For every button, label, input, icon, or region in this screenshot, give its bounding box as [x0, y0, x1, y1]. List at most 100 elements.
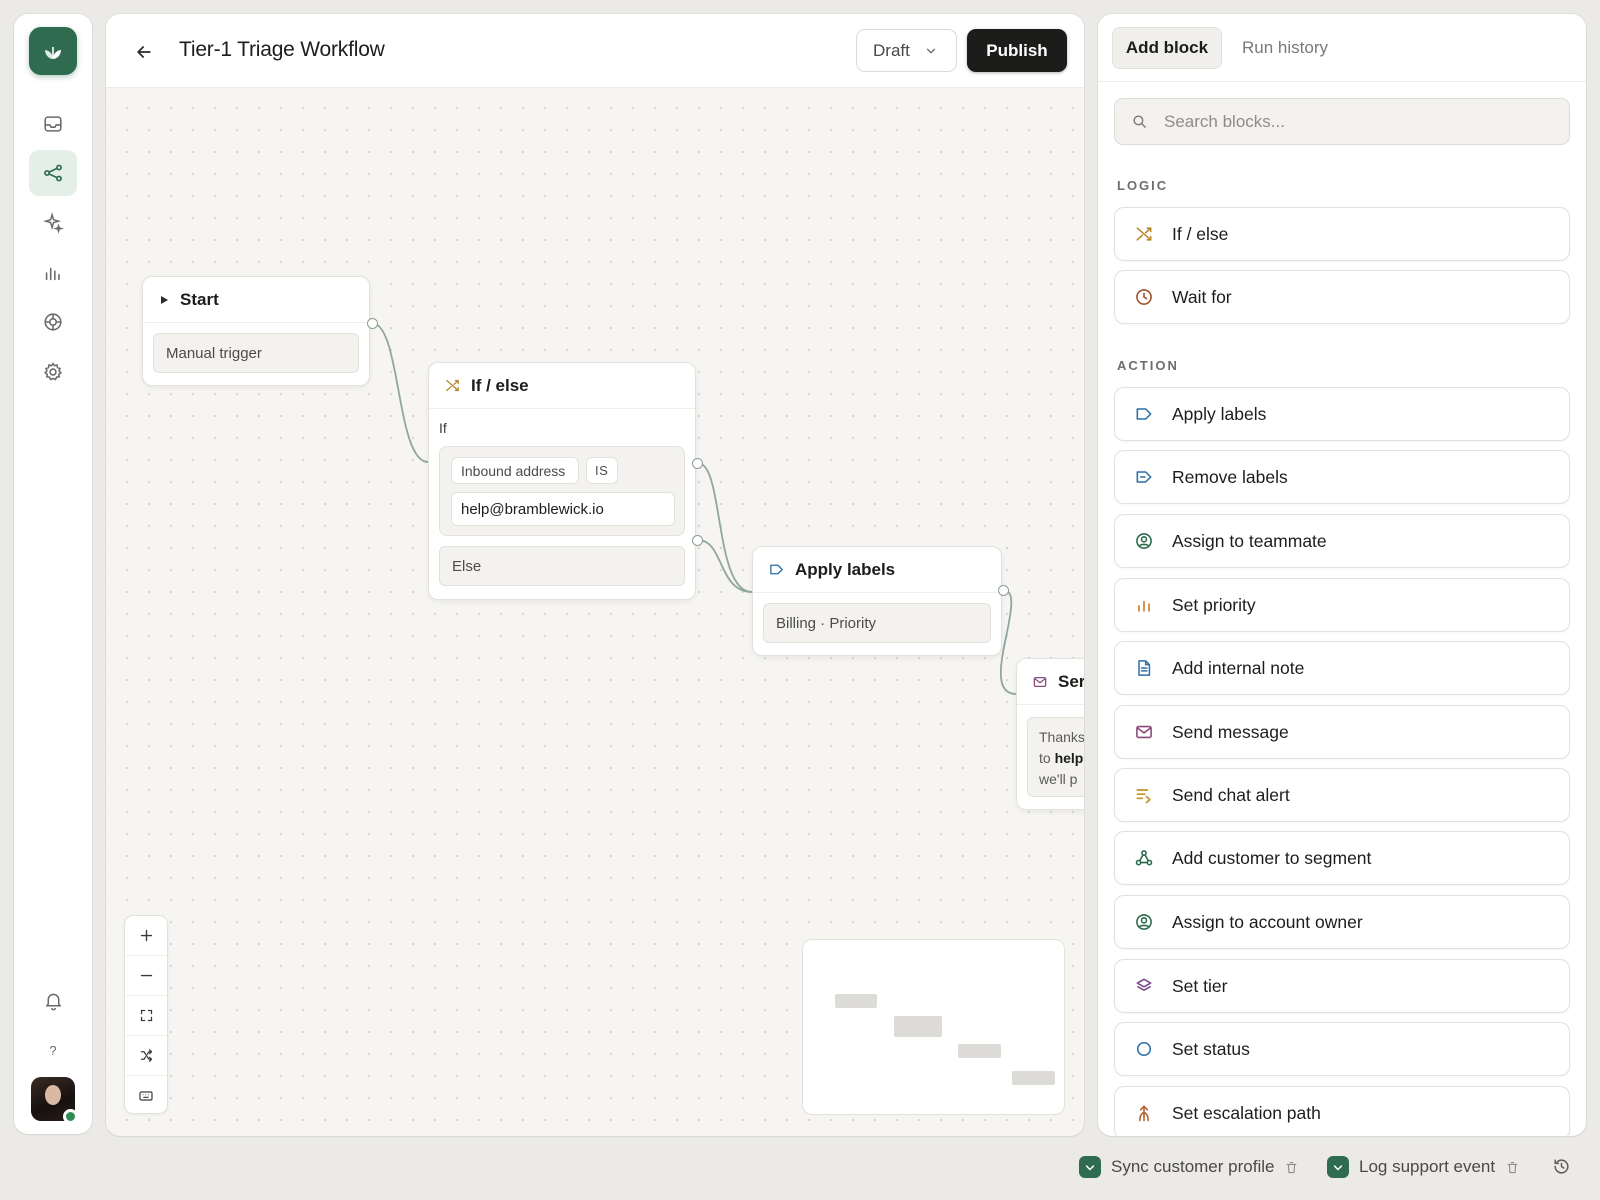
- gear-icon: [43, 362, 63, 381]
- block-add-customer-to-segment[interactable]: Add customer to segment: [1114, 831, 1570, 885]
- minimap-node: [835, 994, 877, 1008]
- zoom-in-button[interactable]: [125, 916, 167, 956]
- segment-icon: [1135, 850, 1153, 866]
- ifelse-node-title: If / else: [471, 375, 529, 395]
- nav-settings[interactable]: [29, 349, 77, 395]
- block-add-internal-note[interactable]: Add internal note: [1114, 641, 1570, 695]
- bars-icon: [1138, 600, 1150, 612]
- else-branch[interactable]: Else: [439, 546, 685, 586]
- if-output-port[interactable]: [692, 458, 703, 469]
- block-apply-labels[interactable]: Apply labels: [1114, 387, 1570, 441]
- condition-box: Inbound address IS help@bramblewick.io: [439, 446, 685, 536]
- app-logo[interactable]: [29, 27, 77, 75]
- chevron-down-icon: [926, 48, 935, 54]
- plus-icon: [140, 929, 152, 942]
- nav-ai[interactable]: [29, 200, 77, 246]
- chat-alert-icon: [1136, 789, 1151, 804]
- leaf-logo-icon: [45, 47, 61, 59]
- history-icon: [1554, 1159, 1569, 1174]
- condition-operator-chip[interactable]: IS: [586, 457, 618, 484]
- minimap-node: [1012, 1071, 1055, 1085]
- escalation-icon: [1139, 1105, 1149, 1122]
- nav-help[interactable]: ?: [29, 1027, 77, 1073]
- target-icon: [44, 313, 62, 331]
- bell-icon: [44, 993, 62, 1010]
- auto-layout-button[interactable]: [125, 1036, 167, 1076]
- back-button[interactable]: [130, 38, 158, 66]
- send-message-node[interactable]: Ser Thanks to help we'll p: [1016, 658, 1084, 810]
- block-assign-teammate[interactable]: Assign to teammate: [1114, 514, 1570, 568]
- document-icon: [1138, 660, 1151, 676]
- search-input[interactable]: [1164, 111, 1544, 132]
- start-output-port[interactable]: [367, 318, 378, 329]
- block-set-priority[interactable]: Set priority: [1114, 578, 1570, 632]
- left-nav-rail: ?: [14, 14, 92, 1134]
- section-label-logic: LOGIC: [1117, 178, 1169, 193]
- minimap[interactable]: [802, 939, 1065, 1115]
- trash-icon[interactable]: [1284, 1160, 1299, 1175]
- chart-icon: [45, 267, 60, 281]
- workflow-icon: [44, 164, 62, 182]
- block-set-tier[interactable]: Set tier: [1114, 959, 1570, 1013]
- canvas-controls: [124, 915, 168, 1114]
- block-wait-for[interactable]: Wait for: [1114, 270, 1570, 324]
- footer-sync-customer-profile[interactable]: Sync customer profile: [1079, 1154, 1299, 1180]
- zoom-out-button[interactable]: [125, 956, 167, 996]
- block-search[interactable]: [1114, 98, 1570, 145]
- block-send-chat-alert[interactable]: Send chat alert: [1114, 768, 1570, 822]
- condition-field-chip[interactable]: Inbound address: [451, 457, 579, 484]
- clock-icon: [1136, 289, 1152, 305]
- labels-chip[interactable]: Billing · Priority: [763, 603, 991, 643]
- trash-icon[interactable]: [1505, 1160, 1520, 1175]
- apply-labels-node-title: Apply labels: [795, 559, 896, 579]
- block-remove-labels[interactable]: Remove labels: [1114, 450, 1570, 504]
- apply-labels-output-port[interactable]: [998, 585, 1009, 596]
- fit-view-button[interactable]: [125, 996, 167, 1036]
- tab-add-block[interactable]: Add block: [1112, 27, 1222, 69]
- shuffle-icon: [1136, 227, 1152, 241]
- start-node[interactable]: Start Manual trigger: [142, 276, 370, 386]
- shuffle-icon: [140, 1049, 152, 1062]
- block-if-else[interactable]: If / else: [1114, 207, 1570, 261]
- nav-reports[interactable]: [29, 250, 77, 296]
- sparkle-icon: [43, 212, 64, 234]
- block-set-status[interactable]: Set status: [1114, 1022, 1570, 1076]
- play-icon: [161, 295, 168, 304]
- block-set-escalation-path[interactable]: Set escalation path: [1114, 1086, 1570, 1136]
- message-preview[interactable]: Thanks to help we'll p: [1027, 717, 1084, 797]
- mail-icon: [1033, 676, 1047, 687]
- nav-workflows[interactable]: [29, 150, 77, 196]
- circle-icon: [1136, 1041, 1152, 1057]
- trigger-chip[interactable]: Manual trigger: [153, 333, 359, 373]
- publish-button[interactable]: Publish: [967, 29, 1067, 72]
- status-select[interactable]: Draft: [856, 29, 957, 72]
- ifelse-node[interactable]: If / else If Inbound address IS help@bra…: [428, 362, 696, 600]
- keyboard-icon: [139, 1091, 153, 1101]
- nav-inbox[interactable]: [29, 101, 77, 147]
- if-label: If: [439, 420, 447, 436]
- fit-view-icon: [140, 1009, 152, 1022]
- mail-icon: [1136, 725, 1152, 739]
- tag-icon: [1136, 408, 1152, 420]
- apply-labels-node[interactable]: Apply labels Billing · Priority: [752, 546, 1002, 656]
- history-button[interactable]: [1552, 1157, 1571, 1181]
- user-circle-icon: [1136, 533, 1152, 549]
- user-circle-icon: [1136, 914, 1152, 930]
- else-output-port[interactable]: [692, 535, 703, 546]
- block-send-message[interactable]: Send message: [1114, 705, 1570, 759]
- page-title: Tier-1 Triage Workflow: [179, 38, 385, 61]
- minus-icon: [140, 974, 152, 977]
- tab-run-history[interactable]: Run history: [1242, 27, 1328, 69]
- block-assign-account-owner[interactable]: Assign to account owner: [1114, 895, 1570, 949]
- avatar[interactable]: [31, 1077, 78, 1124]
- nav-notifications[interactable]: [29, 977, 77, 1023]
- condition-value-field[interactable]: help@bramblewick.io: [451, 492, 675, 526]
- check-badge-icon: [1079, 1156, 1101, 1178]
- footer-log-support-event[interactable]: Log support event: [1327, 1154, 1520, 1180]
- inbox-icon: [44, 116, 62, 132]
- search-icon: [1133, 115, 1146, 128]
- keyboard-shortcuts-button[interactable]: [125, 1076, 167, 1116]
- shuffle-icon: [446, 379, 459, 392]
- nav-help-center[interactable]: [29, 299, 77, 345]
- panel-tabs: Add block Run history: [1098, 14, 1586, 82]
